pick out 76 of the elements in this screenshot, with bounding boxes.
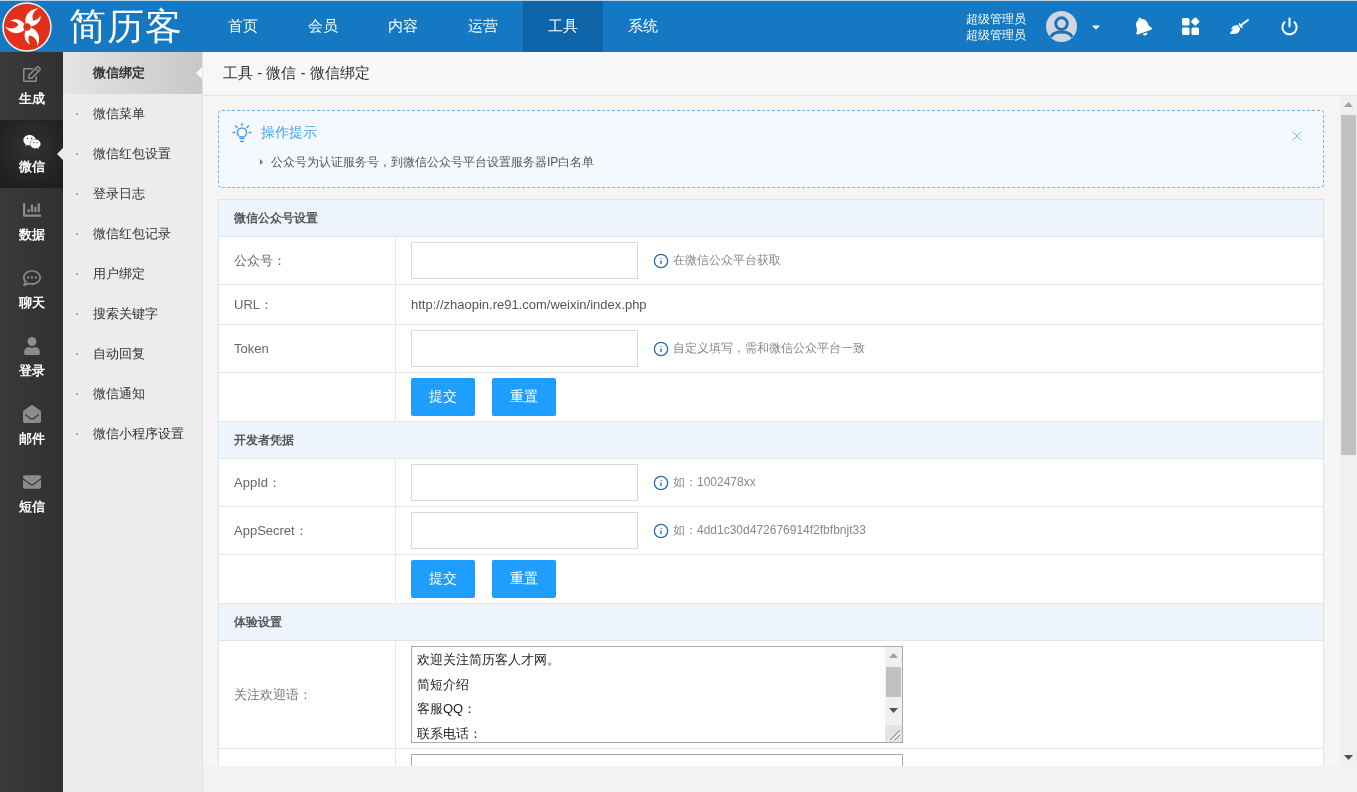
broom-icon[interactable] [1230, 17, 1249, 36]
user-name: 超级管理员 [966, 10, 1026, 27]
nav-tab[interactable]: 运营 [443, 1, 523, 52]
textarea-scrollbar[interactable] [885, 647, 902, 742]
hint-text: 自定义填写，需和微信公众平台一致 [673, 340, 865, 357]
avatar-icon[interactable] [1046, 11, 1077, 42]
textarea-line: 客服QQ： [417, 700, 478, 719]
logo-icon [2, 1, 52, 52]
module-item[interactable]: 生成 [0, 52, 63, 120]
text-input[interactable] [411, 330, 638, 367]
menu-item[interactable]: 微信通知 [63, 374, 202, 414]
lightbulb-icon [231, 122, 253, 144]
menu-item[interactable]: 自动回复 [63, 334, 202, 374]
chat-bubbles-icon [22, 133, 41, 151]
bullet-icon [260, 159, 263, 165]
field-label: 关注欢迎语： [234, 685, 312, 704]
menu-item[interactable]: 微信红包记录 [63, 214, 202, 254]
tip-title: 操作提示 [261, 124, 317, 142]
menu-item[interactable]: 微信小程序设置 [63, 414, 202, 454]
info-icon [653, 252, 669, 269]
nav-tab[interactable]: 系统 [603, 1, 683, 52]
module-item[interactable]: 微信 [0, 120, 63, 188]
nav-tab[interactable]: 首页 [203, 1, 283, 52]
module-item[interactable]: 数据 [0, 188, 63, 256]
field-label: Token [234, 341, 269, 356]
textarea-line: 简短介绍 [417, 675, 470, 694]
hint-text: 如：4dd1c30d472676914f2fbfbnjt33 [673, 522, 866, 539]
field-value: http://zhaopin.re91.com/weixin/index.php [411, 297, 647, 312]
menu-item[interactable]: 用户绑定 [63, 254, 202, 294]
module-item[interactable]: 邮件 [0, 392, 63, 460]
textarea-line: 欢迎关注简历客人才网。 [417, 651, 561, 669]
envelope-icon [22, 473, 41, 491]
info-icon [653, 340, 669, 357]
menu-item[interactable]: 微信红包设置 [63, 134, 202, 174]
nav-tab[interactable]: 会员 [283, 1, 363, 52]
bell-icon[interactable] [1133, 17, 1152, 36]
menu-item[interactable]: 登录日志 [63, 174, 202, 214]
page-scrollbar[interactable] [1340, 96, 1357, 766]
resize-grip-icon[interactable] [885, 725, 902, 742]
info-icon [653, 522, 669, 539]
tip-text: 公众号为认证服务号，到微信公众号平台设置服务器IP白名单 [271, 153, 595, 171]
section-title: 体验设置 [234, 613, 282, 631]
bar-chart-icon [22, 201, 41, 219]
hint-text: 如：1002478xx [673, 474, 756, 491]
section-title: 开发者凭据 [234, 431, 294, 449]
breadcrumb: 工具 - 微信 - 微信绑定 [223, 64, 370, 83]
field-label: AppId： [234, 473, 281, 492]
menu-item[interactable]: 搜索关键字 [63, 294, 202, 334]
scrollbar-thumb[interactable] [886, 667, 901, 697]
open-envelope-icon [22, 405, 41, 423]
module-item[interactable]: 聊天 [0, 256, 63, 324]
text-input[interactable] [411, 242, 638, 279]
power-icon[interactable] [1280, 17, 1299, 36]
field-label: URL： [234, 295, 273, 314]
user-icon [22, 337, 41, 355]
info-icon [653, 474, 669, 491]
chat-bubble-icon [22, 269, 41, 287]
section-title: 微信公众号设置 [234, 209, 318, 227]
field-label: 公众号： [234, 251, 286, 270]
textarea-line: 联系电话： [417, 725, 483, 742]
logo-text: 简历客 [69, 8, 183, 45]
scrollbar-thumb[interactable] [1341, 115, 1356, 455]
text-input[interactable] [411, 464, 638, 501]
hint-text: 在微信公众平台获取 [673, 252, 781, 269]
textarea-field[interactable]: 欢迎关注简历客人才网。 简短介绍 客服QQ： 联系电话： [411, 646, 903, 743]
nav-tab[interactable]: 工具 [523, 1, 603, 52]
edit-icon [22, 65, 41, 83]
grid-icon[interactable] [1181, 17, 1200, 36]
text-input[interactable] [411, 512, 638, 549]
field-label: AppSecret： [234, 521, 308, 540]
nav-tab[interactable]: 内容 [363, 1, 443, 52]
menu-item[interactable]: 微信菜单 [63, 94, 202, 134]
user-role: 超级管理员 [966, 26, 1026, 43]
module-item[interactable]: 短信 [0, 460, 63, 528]
menu-item[interactable]: 微信绑定 [63, 52, 202, 94]
module-item[interactable]: 登录 [0, 324, 63, 392]
